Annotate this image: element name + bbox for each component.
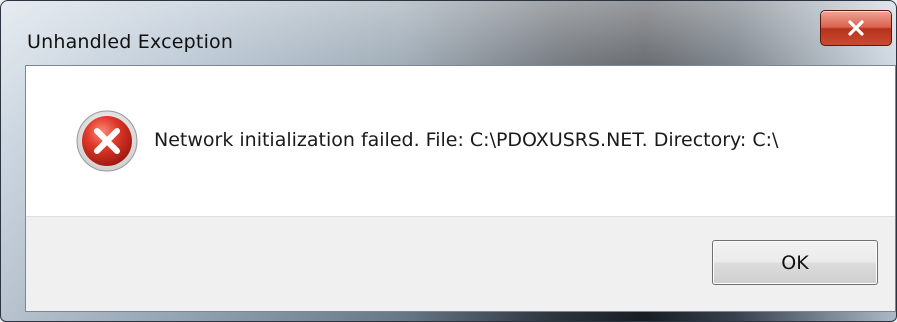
close-icon xyxy=(848,20,864,36)
error-dialog-window: Unhandled Exception Network initializati… xyxy=(0,0,897,322)
close-button[interactable] xyxy=(820,10,892,46)
dialog-title: Unhandled Exception xyxy=(27,31,234,53)
title-bar[interactable]: Unhandled Exception xyxy=(1,1,896,63)
error-message: Network initialization failed. File: C:\… xyxy=(154,129,779,151)
dialog-body: Network initialization failed. File: C:\… xyxy=(25,65,896,312)
message-area: Network initialization failed. File: C:\… xyxy=(26,66,895,216)
button-bar: OK xyxy=(26,216,895,311)
error-icon xyxy=(76,110,138,172)
ok-button[interactable]: OK xyxy=(712,240,878,285)
